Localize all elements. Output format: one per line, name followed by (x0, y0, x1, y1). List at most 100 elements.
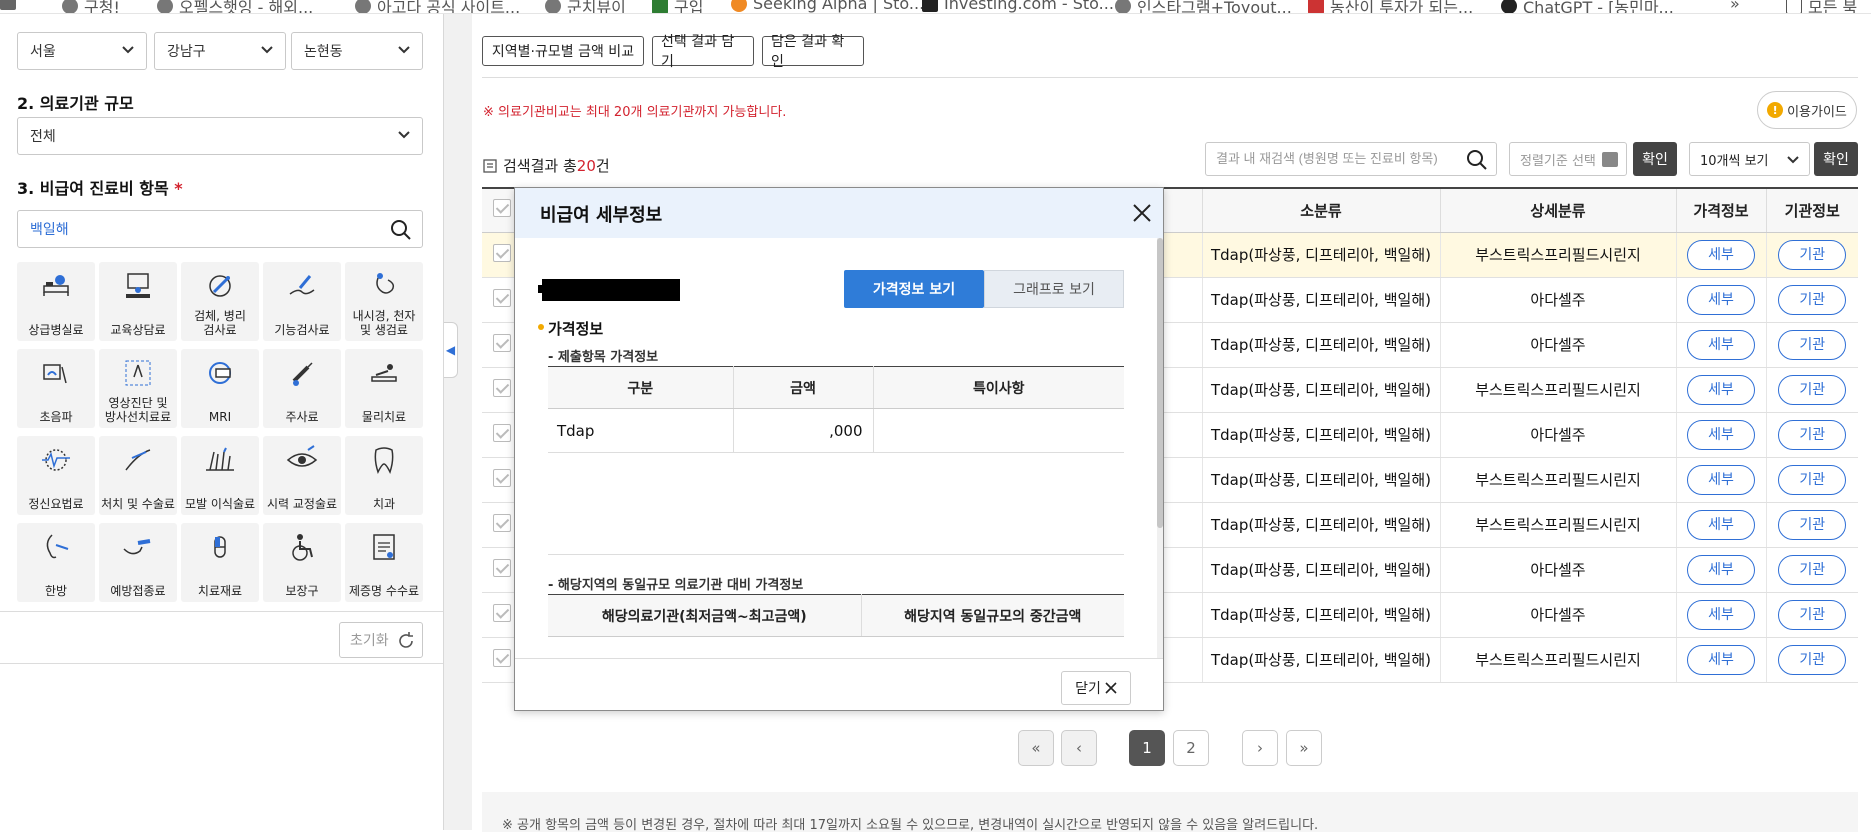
detail-button[interactable]: 세부 (1687, 599, 1755, 630)
page-1-button[interactable]: 1 (1129, 730, 1165, 766)
bookmark-item[interactable]: 인스타그램+Toyout... (1115, 0, 1292, 13)
row-checkbox[interactable] (493, 288, 511, 307)
detail-button[interactable]: 세부 (1687, 239, 1755, 270)
guide-button[interactable]: ! 이용가이드 (1757, 91, 1857, 129)
bookmark-item[interactable]: 농산이 투자가 되는... (1308, 0, 1473, 13)
bookmark-item[interactable]: ChatGPT - [농민마... (1501, 0, 1674, 13)
col-note: 특이사항 (872, 366, 1124, 409)
modal-scrollbar[interactable] (1157, 238, 1163, 658)
category-endoscopy[interactable]: 내시경, 천자 및 생검료 (345, 262, 423, 341)
category-mri[interactable]: MRI (181, 349, 259, 428)
sort-select[interactable]: 정렬기준 선택 (1509, 142, 1627, 176)
category-vaccination[interactable]: 예방접종료 (99, 523, 177, 602)
org-button[interactable]: 기관 (1778, 464, 1847, 495)
row-checkbox[interactable] (493, 558, 511, 577)
detail-button[interactable]: 세부 (1687, 464, 1755, 495)
search-icon[interactable] (390, 219, 412, 241)
category-certificate[interactable]: 제증명 수수료 (345, 523, 423, 602)
category-assistive-device[interactable]: 보장구 (263, 523, 341, 602)
save-results-button[interactable]: 선택 결과 담기 (652, 34, 754, 70)
org-button[interactable]: 기관 (1778, 599, 1847, 630)
cell-sub: Tdap(파상풍, 디프테리아, 백일해) (1201, 232, 1440, 278)
bookmark-item[interactable]: 오펠스햇잉 - 해외... (157, 0, 313, 13)
per-page-confirm-button[interactable]: 확인 (1814, 142, 1858, 176)
result-search-input[interactable] (1216, 151, 1456, 166)
category-physical-therapy[interactable]: 물리치료 (345, 349, 423, 428)
sort-confirm-button[interactable]: 확인 (1633, 142, 1677, 176)
bookmark-item[interactable]: 구청! (62, 0, 120, 13)
category-oriental-medicine[interactable]: 한방 (17, 523, 95, 602)
detail-button[interactable]: 세부 (1687, 374, 1755, 405)
bookmarks-overflow[interactable]: » (1730, 0, 1740, 13)
bookmark-item[interactable]: 구입 (652, 0, 703, 13)
org-button[interactable]: 기관 (1778, 239, 1847, 270)
category-counseling[interactable]: 교육상담료 (99, 262, 177, 341)
category-pathology[interactable]: 검체, 병리 검사료 (181, 262, 259, 341)
detail-button[interactable]: 세부 (1687, 509, 1755, 540)
modal-close-button[interactable]: 닫기 (1061, 671, 1131, 705)
page-2-button[interactable]: 2 (1173, 730, 1209, 766)
row-checkbox[interactable] (493, 603, 511, 622)
prev-page-button[interactable]: ‹ (1061, 730, 1097, 766)
tab-graph[interactable]: 그래프로 보기 (984, 270, 1124, 308)
org-button[interactable]: 기관 (1778, 644, 1847, 675)
row-checkbox[interactable] (493, 243, 511, 262)
row-checkbox[interactable] (493, 468, 511, 487)
category-hair-transplant[interactable]: 모발 이식술료 (181, 436, 259, 515)
detail-button[interactable]: 세부 (1687, 284, 1755, 315)
region3-select[interactable]: 논현동 (291, 32, 423, 70)
org-button[interactable]: 기관 (1778, 329, 1847, 360)
apps-icon[interactable] (0, 0, 16, 10)
bookmark-item[interactable]: 모든 북 (1786, 0, 1857, 13)
reset-button[interactable]: 초기화 (339, 622, 423, 658)
first-page-button[interactable]: « (1018, 730, 1054, 766)
category-dental[interactable]: 치과 (345, 436, 423, 515)
category-vision-correction[interactable]: 시력 교정술료 (263, 436, 341, 515)
org-button[interactable]: 기관 (1778, 419, 1847, 450)
bookmark-item[interactable]: Investing.com - Sto... (922, 0, 1114, 13)
category-ultrasound[interactable]: 초음파 (17, 349, 95, 428)
tab-price-info[interactable]: 가격정보 보기 (844, 270, 984, 308)
category-radiology[interactable]: 영상진단 및 방사선치료료 (99, 349, 177, 428)
row-checkbox[interactable] (493, 513, 511, 532)
search-icon[interactable] (1466, 149, 1488, 171)
item-search-input[interactable] (30, 221, 370, 237)
org-button[interactable]: 기관 (1778, 554, 1847, 585)
ultrasound-icon (43, 364, 67, 384)
compare-button[interactable]: 지역별·규모별 금액 비교 (482, 36, 644, 66)
bookmark-item[interactable]: 아고다 공식 사이트... (355, 0, 520, 13)
category-psychotherapy[interactable]: 정신요법료 (17, 436, 95, 515)
close-icon[interactable] (1129, 200, 1155, 226)
detail-button[interactable]: 세부 (1687, 554, 1755, 585)
org-button[interactable]: 기관 (1778, 374, 1847, 405)
category-surgery[interactable]: 처치 및 수술료 (99, 436, 177, 515)
row-checkbox[interactable] (493, 378, 511, 397)
detail-button[interactable]: 세부 (1687, 644, 1755, 675)
row-checkbox[interactable] (493, 648, 511, 667)
org-button[interactable]: 기관 (1778, 509, 1847, 540)
per-page-select[interactable]: 10개씩 보기 (1689, 142, 1810, 176)
regional-price-caption: - 해당지역의 동일규모 의료기관 대비 가격정보 (548, 578, 804, 593)
org-button[interactable]: 기관 (1778, 284, 1847, 315)
category-injection[interactable]: 주사료 (263, 349, 341, 428)
detail-button[interactable]: 세부 (1687, 329, 1755, 360)
next-page-button[interactable]: › (1242, 730, 1278, 766)
category-function-test[interactable]: 기능검사료 (263, 262, 341, 341)
region1-select[interactable]: 서울 (17, 32, 147, 70)
region2-select[interactable]: 강남구 (154, 32, 286, 70)
bookmark-item[interactable]: Seeking Alpha | Sto... (731, 0, 924, 13)
row-checkbox[interactable] (493, 333, 511, 352)
view-saved-button[interactable]: 담은 결과 확인 (762, 34, 864, 70)
scrollbar-thumb[interactable] (1157, 238, 1163, 528)
select-all-checkbox[interactable] (493, 199, 511, 218)
row-checkbox[interactable] (493, 423, 511, 442)
collapse-panel-button[interactable]: ◀ (444, 322, 458, 378)
size-select[interactable]: 전체 (17, 117, 423, 155)
detail-button[interactable]: 세부 (1687, 419, 1755, 450)
info-icon: ! (1767, 102, 1784, 118)
last-page-button[interactable]: » (1286, 730, 1322, 766)
category-treatment-material[interactable]: 치료재료 (181, 523, 259, 602)
bookmark-item[interactable]: 군치뷰이 (545, 0, 626, 13)
physical-therapy-icon (371, 364, 397, 382)
category-hospital-room[interactable]: 상급병실료 (17, 262, 95, 341)
